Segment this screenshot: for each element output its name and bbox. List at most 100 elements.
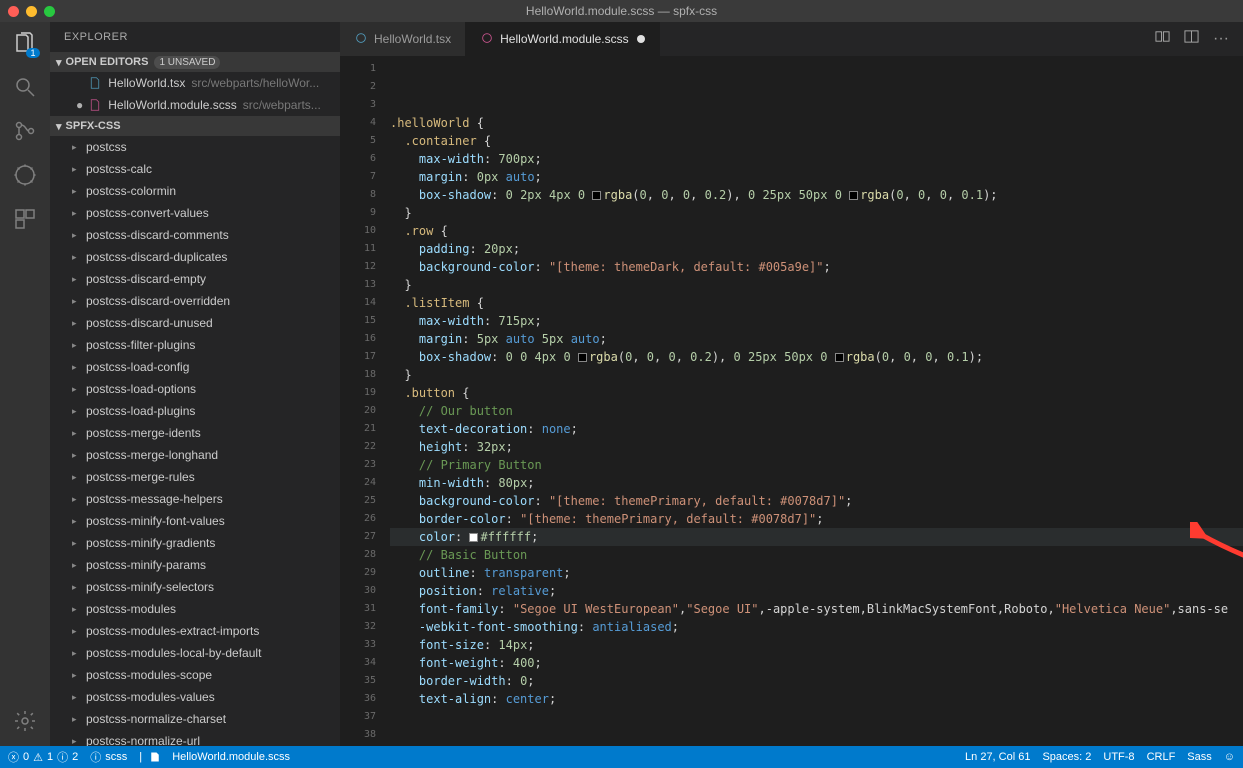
indent-status[interactable]: Spaces: 2: [1042, 751, 1091, 763]
folder-item[interactable]: ▸postcss-discard-duplicates: [50, 246, 340, 268]
editor-tab[interactable]: HelloWorld.tsx: [340, 22, 466, 56]
folder-item[interactable]: ▸ postcss-modules-values: [50, 686, 340, 708]
folder-item[interactable]: ▸ postcss-load-config: [50, 356, 340, 378]
caret-right-icon: ▸: [72, 340, 80, 351]
compare-icon[interactable]: [1155, 29, 1170, 49]
folder-name: postcss-convert-values: [86, 206, 209, 220]
folder-item[interactable]: ▸postcss-modules-extract-imports: [50, 620, 340, 642]
folder-item[interactable]: ▸postcss-discard-overridden: [50, 290, 340, 312]
editor-tab[interactable]: HelloWorld.module.scss: [466, 22, 660, 56]
window-title: HelloWorld.module.scss — spfx-css: [526, 4, 717, 18]
caret-right-icon: ▸: [72, 450, 80, 461]
file-name: HelloWorld.module.scss: [108, 98, 237, 112]
caret-right-icon: ▸: [72, 208, 80, 219]
folder-item[interactable]: ▸postcss-merge-rules: [50, 466, 340, 488]
folder-item[interactable]: ▸postcss-message-helpers: [50, 488, 340, 510]
folder-item[interactable]: ▸postcss-modules-local-by-default: [50, 642, 340, 664]
folder-name: postcss-normalize-charset: [86, 712, 226, 726]
sidebar-header: EXPLORER: [50, 22, 340, 52]
more-icon[interactable]: ···: [1213, 30, 1229, 48]
chevron-down-icon: ▾: [56, 56, 62, 69]
minimize-window[interactable]: [26, 6, 37, 17]
explorer-badge: 1: [26, 48, 40, 58]
caret-right-icon: ▸: [72, 428, 80, 439]
close-window[interactable]: [8, 6, 19, 17]
folder-item[interactable]: ▸ postcss-merge-longhand: [50, 444, 340, 466]
folder-item[interactable]: ▸postcss-merge-idents: [50, 422, 340, 444]
search-icon[interactable]: [12, 74, 38, 100]
folder-name: postcss-normalize-url: [86, 734, 200, 746]
caret-right-icon: ▸: [72, 648, 80, 659]
caret-right-icon: ▸: [72, 384, 80, 395]
folder-item[interactable]: ▸ postcss-normalize-url: [50, 730, 340, 746]
activity-bar: 1: [0, 22, 50, 746]
open-editor-item[interactable]: ●HelloWorld.module.scsssrc/webparts...: [50, 94, 340, 116]
caret-right-icon: ▸: [72, 692, 80, 703]
problems-status[interactable]: ⓧ0 ⚠1 ⓘ2: [8, 749, 78, 765]
encoding-status[interactable]: UTF-8: [1103, 751, 1134, 763]
feedback-icon[interactable]: ☺: [1224, 751, 1235, 763]
caret-right-icon: ▸: [72, 318, 80, 329]
eol-status[interactable]: CRLF: [1147, 751, 1176, 763]
cursor-position[interactable]: Ln 27, Col 61: [965, 751, 1030, 763]
open-editor-item[interactable]: ●HelloWorld.tsxsrc/webparts/helloWor...: [50, 72, 340, 94]
lang-status[interactable]: ⓘ scss: [90, 749, 127, 765]
folder-item[interactable]: ▸postcss-load-plugins: [50, 400, 340, 422]
open-editors-section[interactable]: ▾ OPEN EDITORS 1 UNSAVED: [50, 52, 340, 72]
extensions-icon[interactable]: [12, 206, 38, 232]
folder-item[interactable]: ▸postcss-normalize-charset: [50, 708, 340, 730]
folder-name: postcss-minify-font-values: [86, 514, 225, 528]
folder-item[interactable]: ▸postcss-colormin: [50, 180, 340, 202]
titlebar: HelloWorld.module.scss — spfx-css: [0, 0, 1243, 22]
folder-name: postcss-load-plugins: [86, 404, 195, 418]
file-tree: ▸postcss▸postcss-calc▸postcss-colormin▸p…: [50, 136, 340, 746]
caret-right-icon: ▸: [72, 582, 80, 593]
folder-item[interactable]: ▸postcss-discard-empty: [50, 268, 340, 290]
code-content[interactable]: .helloWorld { .container { max-width: 70…: [390, 56, 1243, 746]
debug-icon[interactable]: [12, 162, 38, 188]
git-icon[interactable]: [12, 118, 38, 144]
caret-right-icon: ▸: [72, 362, 80, 373]
unsaved-badge: 1 UNSAVED: [154, 56, 220, 69]
folder-name: postcss-modules: [86, 602, 176, 616]
folder-item[interactable]: ▸ postcss-discard-unused: [50, 312, 340, 334]
settings-icon[interactable]: [12, 708, 38, 734]
folder-item[interactable]: ▸postcss-modules-scope: [50, 664, 340, 686]
info-icon: ⓘ: [57, 749, 68, 765]
caret-right-icon: ▸: [72, 670, 80, 681]
folder-item[interactable]: ▸postcss-minify-font-values: [50, 510, 340, 532]
folder-name: postcss-discard-empty: [86, 272, 206, 286]
window-controls: [0, 6, 55, 17]
folder-item[interactable]: ▸postcss-minify-params: [50, 554, 340, 576]
project-name: SPFX-CSS: [66, 120, 121, 132]
language-status[interactable]: Sass: [1187, 751, 1211, 763]
status-filename[interactable]: | HelloWorld.module.scss: [139, 751, 290, 763]
folder-name: postcss-merge-longhand: [86, 448, 218, 462]
error-icon: ⓧ: [8, 749, 19, 765]
maximize-window[interactable]: [44, 6, 55, 17]
folder-name: postcss-filter-plugins: [86, 338, 195, 352]
split-editor-icon[interactable]: [1184, 29, 1199, 49]
tab-actions: ···: [1155, 22, 1243, 56]
folder-name: postcss-modules-values: [86, 690, 215, 704]
folder-item[interactable]: ▸postcss-load-options: [50, 378, 340, 400]
file-icon: [480, 31, 494, 48]
caret-right-icon: ▸: [72, 230, 80, 241]
folder-name: postcss-discard-unused: [86, 316, 213, 330]
folder-item[interactable]: ▸postcss-discard-comments: [50, 224, 340, 246]
folder-item[interactable]: ▸ postcss-convert-values: [50, 202, 340, 224]
folder-name: postcss: [86, 140, 127, 154]
folder-item[interactable]: ▸postcss-minify-gradients: [50, 532, 340, 554]
code-editor[interactable]: 1234567891011121314151617181920212223242…: [340, 56, 1243, 746]
tab-title: HelloWorld.tsx: [374, 32, 451, 46]
folder-item[interactable]: ▸ postcss-filter-plugins: [50, 334, 340, 356]
folder-item[interactable]: ▸postcss-modules: [50, 598, 340, 620]
caret-right-icon: ▸: [72, 736, 80, 747]
modified-dot-icon: ●: [76, 98, 83, 112]
project-section[interactable]: ▾ SPFX-CSS: [50, 116, 340, 136]
folder-name: postcss-minify-selectors: [86, 580, 214, 594]
folder-item[interactable]: ▸ postcss-minify-selectors: [50, 576, 340, 598]
folder-name: postcss-load-config: [86, 360, 189, 374]
folder-item[interactable]: ▸postcss: [50, 136, 340, 158]
folder-item[interactable]: ▸postcss-calc: [50, 158, 340, 180]
